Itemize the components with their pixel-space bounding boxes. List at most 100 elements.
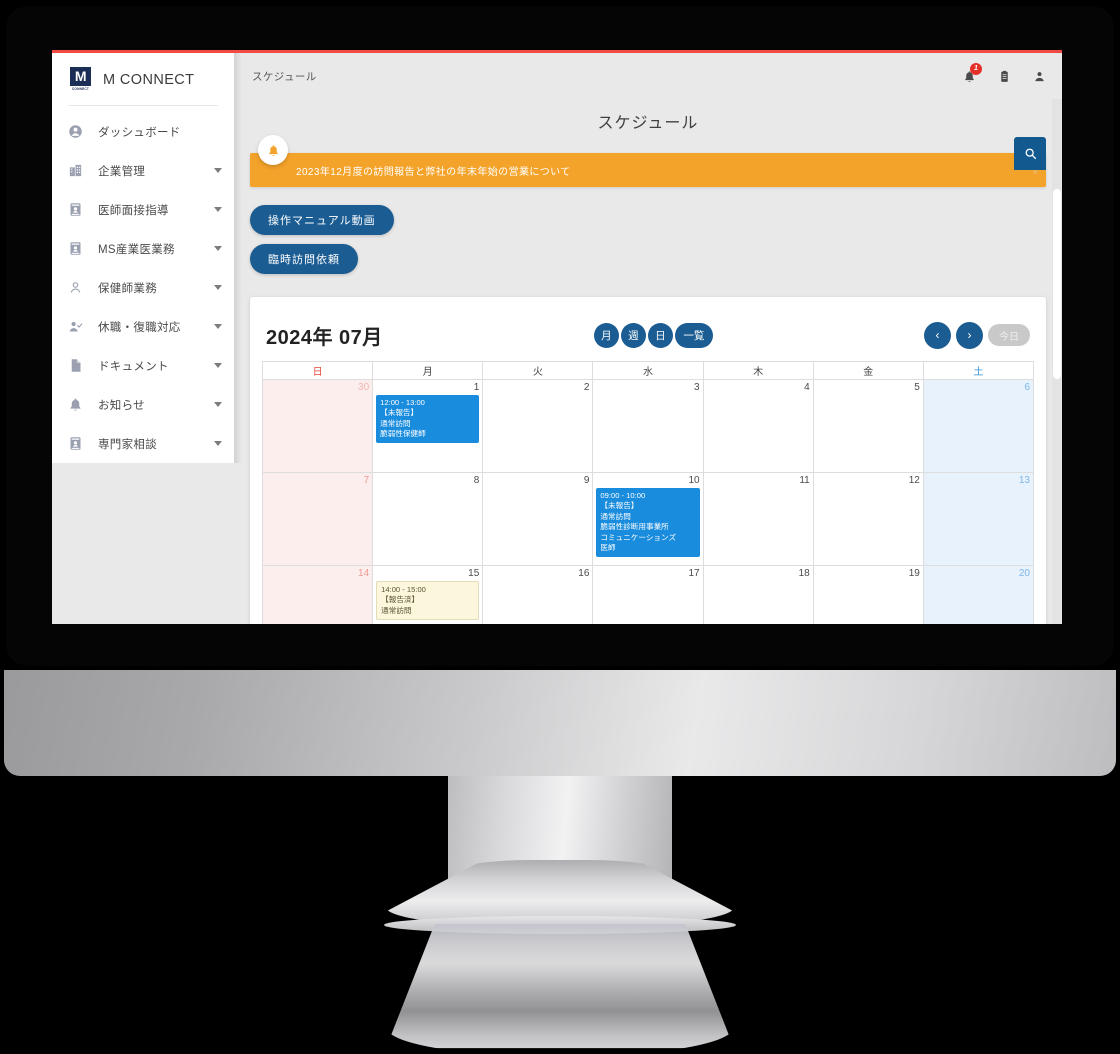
notification-bell-icon[interactable]: 1 <box>963 62 982 83</box>
today-button[interactable]: 今日 <box>988 324 1030 346</box>
sidebar-item-label: 保健師業務 <box>98 282 157 295</box>
notice-bell-icon <box>258 135 288 165</box>
sidebar-item-expert-consult[interactable]: 専門家相談 <box>52 424 234 463</box>
calendar-week-row: 7 8 9 10 09:00 - 10:00 【未報告】 通常訪問 脆弱性診断用事業所 … <box>261 472 1035 566</box>
calendar-day-cell[interactable]: 17 <box>592 565 704 624</box>
calendar-card: 2024年 07月 月 週 日 一覧 ‹ › 今日 日 月 火 水 木 金 土 … <box>250 297 1046 624</box>
day-number: 11 <box>799 475 810 486</box>
calendar-day-cell[interactable]: 14 <box>261 565 374 624</box>
monitor-chin <box>4 670 1116 776</box>
calendar-day-cell[interactable]: 3 <box>592 379 704 473</box>
calendar-day-cell[interactable]: 16 <box>482 565 594 624</box>
calendar-event[interactable]: 14:00 - 15:00 【報告済】 通常訪問 <box>376 581 480 621</box>
manual-video-button[interactable]: 操作マニュアル動画 <box>250 205 394 235</box>
chevron-down-icon[interactable] <box>214 207 222 212</box>
day-number: 30 <box>358 382 370 393</box>
screenshot-stage: M CONNECT M CONNECT ダッシュボード 企業管理 医師面接指導 … <box>0 0 1120 1054</box>
calendar-day-cell[interactable]: 15 14:00 - 15:00 【報告済】 通常訪問 <box>372 565 484 624</box>
calendar-day-cell[interactable]: 6 <box>922 379 1035 473</box>
action-buttons: 操作マニュアル動画 臨時訪問依頼 <box>234 187 1062 283</box>
id-card-icon <box>68 202 90 217</box>
calendar-toolbar: 2024年 07月 月 週 日 一覧 ‹ › 今日 <box>262 315 1034 355</box>
calendar-day-cell[interactable]: 2 <box>482 379 594 473</box>
main-content: スケジュール 1 スケジュール 2023年12月度の訪問報告と弊社の年末年始の営… <box>234 53 1062 624</box>
prev-month-button[interactable]: ‹ <box>924 321 951 349</box>
sidebar-item-announcements[interactable]: お知らせ <box>52 385 234 424</box>
temporary-visit-request-button[interactable]: 臨時訪問依頼 <box>250 244 358 274</box>
action-row-manual: 操作マニュアル動画 <box>250 205 1062 244</box>
calendar-day-cell[interactable]: 20 <box>922 565 1035 624</box>
calendar-day-cell[interactable]: 11 <box>702 472 814 566</box>
calendar-day-cell[interactable]: 12 <box>812 472 924 566</box>
weekday-thu: 木 <box>702 361 814 380</box>
chevron-down-icon[interactable] <box>214 285 222 290</box>
weekday-wed: 水 <box>592 361 704 380</box>
sidebar-nav: ダッシュボード 企業管理 医師面接指導 MS産業医業務 保健師業務 休職・復職対… <box>52 106 234 463</box>
calendar-day-cell[interactable]: 30 <box>261 379 374 473</box>
calendar-day-cell[interactable]: 18 <box>702 565 814 624</box>
weekday-sun: 日 <box>261 361 374 380</box>
chevron-down-icon[interactable] <box>214 363 222 368</box>
notice-text: 2023年12月度の訪問報告と弊社の年末年始の営業について <box>296 166 571 178</box>
calendar-event[interactable]: 12:00 - 13:00 【未報告】 通常訪問 脆弱性保健師 <box>376 395 480 443</box>
sidebar-item-leave-return[interactable]: 休職・復職対応 <box>52 307 234 346</box>
chevron-down-icon[interactable] <box>214 402 222 407</box>
chevron-down-icon[interactable] <box>214 246 222 251</box>
action-row-visit: 臨時訪問依頼 <box>250 244 1062 283</box>
id-card-icon <box>68 436 90 451</box>
day-number: 9 <box>583 475 590 486</box>
brand-name: M CONNECT <box>103 71 195 88</box>
calendar-day-cell[interactable]: 9 <box>482 472 594 566</box>
calendar-day-cell[interactable]: 10 09:00 - 10:00 【未報告】 通常訪問 脆弱性診断用事業所 コミュ… <box>592 472 704 566</box>
view-list-button[interactable]: 一覧 <box>674 322 713 348</box>
calendar-day-cell[interactable]: 5 <box>812 379 924 473</box>
calendar-day-cell[interactable]: 19 <box>812 565 924 624</box>
view-week-button[interactable]: 週 <box>620 322 646 348</box>
document-icon <box>68 358 90 373</box>
day-number: 15 <box>468 568 480 579</box>
next-month-button[interactable]: › <box>956 321 983 349</box>
view-month-button[interactable]: 月 <box>593 322 619 348</box>
notice-banner-wrap: 2023年12月度の訪問報告と弊社の年末年始の営業について × <box>250 135 1046 187</box>
day-number: 13 <box>1018 475 1030 486</box>
scrollbar-thumb[interactable] <box>1053 189 1061 379</box>
calendar-week-row: 14 15 14:00 - 15:00 【報告済】 通常訪問 16 17 18 19 20 <box>261 565 1035 624</box>
chevron-down-icon[interactable] <box>214 441 222 446</box>
chevron-down-icon[interactable] <box>214 324 222 329</box>
sidebar-item-label: お知らせ <box>98 399 145 412</box>
view-day-button[interactable]: 日 <box>647 322 673 348</box>
search-button[interactable] <box>1014 137 1046 170</box>
calendar-day-cell[interactable]: 1 12:00 - 13:00 【未報告】 通常訪問 脆弱性保健師 <box>372 379 484 473</box>
day-number: 3 <box>694 382 700 393</box>
day-number: 16 <box>578 568 590 579</box>
calendar-day-cell[interactable]: 4 <box>702 379 814 473</box>
sidebar-item-label: 休職・復職対応 <box>98 321 181 334</box>
sidebar-item-doctor-interview[interactable]: 医師面接指導 <box>52 190 234 229</box>
sidebar-item-company[interactable]: 企業管理 <box>52 151 234 190</box>
calendar-day-cell[interactable]: 13 <box>922 472 1035 566</box>
content-scrollbar[interactable] <box>1052 99 1062 624</box>
chevron-down-icon[interactable] <box>214 168 222 173</box>
page-title: スケジュール <box>597 115 699 132</box>
sidebar-item-label: ドキュメント <box>98 360 169 373</box>
sidebar-item-nurse-duty[interactable]: 保健師業務 <box>52 268 234 307</box>
logo-caption: CONNECT <box>71 87 90 91</box>
app-logo-icon: M CONNECT <box>68 67 93 92</box>
weekday-mon: 月 <box>372 361 484 380</box>
calendar-event[interactable]: 09:00 - 10:00 【未報告】 通常訪問 脆弱性診断用事業所 コミュニケ… <box>596 488 700 557</box>
day-number: 17 <box>688 568 700 579</box>
day-number: 18 <box>798 568 810 579</box>
account-icon[interactable] <box>1033 70 1046 83</box>
sidebar-item-dashboard[interactable]: ダッシュボード <box>52 112 234 151</box>
sidebar-item-document[interactable]: ドキュメント <box>52 346 234 385</box>
clipboard-icon[interactable] <box>998 70 1011 83</box>
calendar-day-cell[interactable]: 7 <box>261 472 374 566</box>
calendar-day-cell[interactable]: 8 <box>372 472 484 566</box>
appbar-icon-group: 1 <box>963 62 1046 83</box>
brand[interactable]: M CONNECT M CONNECT <box>52 53 234 105</box>
day-number: 19 <box>908 568 920 579</box>
day-number: 6 <box>1024 382 1030 393</box>
sidebar-item-ms-occupational[interactable]: MS産業医業務 <box>52 229 234 268</box>
notice-banner[interactable]: 2023年12月度の訪問報告と弊社の年末年始の営業について <box>250 153 1046 187</box>
day-number: 20 <box>1018 568 1030 579</box>
